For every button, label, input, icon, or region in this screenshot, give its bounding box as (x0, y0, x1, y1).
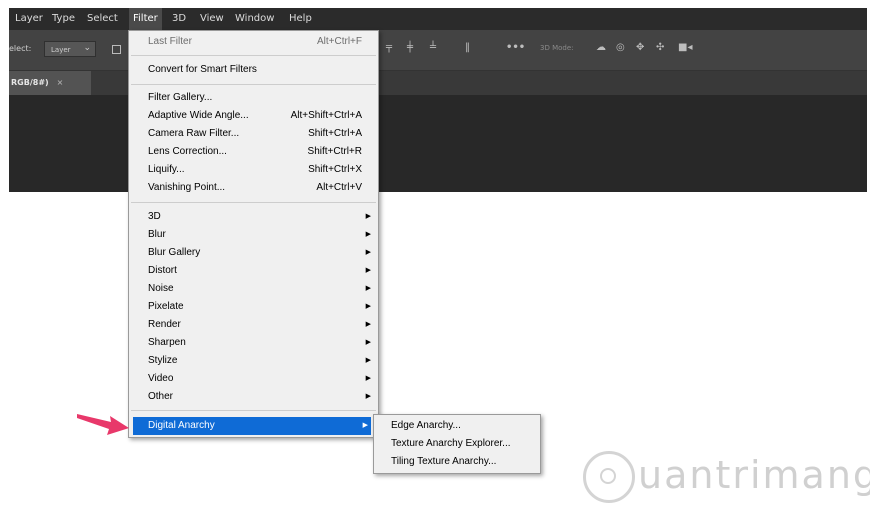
menu-filter[interactable]: Filter (129, 8, 162, 30)
submenu-arrow-icon: ▶ (365, 375, 371, 382)
menu-layer[interactable]: Layer (11, 8, 47, 30)
watermark-logo: uantrimang (583, 447, 870, 507)
submenu-item-tiling-texture-anarchy[interactable]: Tiling Texture Anarchy... (391, 453, 496, 471)
menu-item-label: Lens Correction... (148, 146, 227, 157)
menu-item-label: Last Filter (148, 36, 192, 47)
align-bottom-icon[interactable]: ╧ (430, 42, 436, 53)
orbit-3d-icon[interactable]: ☁ (596, 42, 606, 53)
menu-item-shortcut: Alt+Ctrl+V (316, 182, 362, 193)
menu-select[interactable]: Select (83, 8, 122, 30)
distribute-icon[interactable]: ‖ (465, 42, 470, 53)
menu-item-shortcut: Shift+Ctrl+R (307, 146, 362, 157)
submenu-arrow-icon: ▶ (365, 357, 371, 364)
more-options-icon[interactable]: ••• (506, 42, 525, 53)
menu-item-label: Other (148, 391, 174, 402)
separator (131, 202, 376, 203)
menu-item-label: Render (148, 319, 181, 330)
submenu-arrow-icon: ▶ (365, 321, 371, 328)
menu-item-label: Video (148, 373, 174, 384)
submenu-arrow-icon: ▶ (365, 393, 371, 400)
menu-item-label: 3D (148, 211, 161, 222)
menu-item-label: Blur Gallery (148, 247, 201, 258)
menu-item-shortcut: Alt+Ctrl+F (316, 36, 362, 47)
menu-item-label: Vanishing Point... (148, 182, 226, 193)
close-tab-icon[interactable]: × (57, 78, 64, 87)
slide-3d-icon[interactable]: ✣ (656, 42, 664, 53)
separator (131, 55, 376, 56)
menu-item-label: Digital Anarchy (148, 420, 215, 431)
menu-item-render[interactable]: Render ▶ (129, 316, 378, 334)
menu-item-sharpen[interactable]: Sharpen ▶ (129, 334, 378, 352)
menu-item-label: Distort (148, 265, 177, 276)
menu-item-label: Filter Gallery... (148, 92, 213, 103)
menu-item-label: Convert for Smart Filters (148, 64, 257, 75)
submenu-item-edge-anarchy[interactable]: Edge Anarchy... (391, 417, 461, 435)
align-top-icon[interactable]: ╤ (386, 42, 392, 53)
video-camera-icon[interactable]: ■◂ (678, 42, 692, 53)
menu-item-filter-gallery[interactable]: Filter Gallery... (129, 89, 378, 107)
menu-3d[interactable]: 3D (168, 8, 190, 30)
document-tab-label: RGB/8#) (11, 78, 49, 87)
menu-bar: Layer Type Select Filter 3D View Window … (9, 8, 867, 30)
menu-item-pixelate[interactable]: Pixelate ▶ (129, 298, 378, 316)
submenu-item-texture-anarchy-explorer[interactable]: Texture Anarchy Explorer... (391, 435, 511, 453)
menu-item-label: Adaptive Wide Angle... (148, 110, 249, 121)
menu-item-digital-anarchy[interactable]: Digital Anarchy ▶ (133, 417, 371, 435)
submenu-arrow-icon: ▶ (365, 249, 371, 256)
document-tab[interactable]: RGB/8#) × (9, 71, 91, 95)
menu-item-shortcut: Shift+Ctrl+X (308, 164, 362, 175)
menu-item-label: Pixelate (148, 301, 184, 312)
pointer-arrow-icon (77, 414, 129, 435)
separator (131, 410, 376, 411)
submenu-arrow-icon: ▶ (365, 231, 371, 238)
3d-mode-label: 3D Mode: (540, 44, 574, 52)
select-dropdown[interactable]: Layer (44, 40, 96, 57)
submenu-arrow-icon: ▶ (365, 267, 371, 274)
menu-item-stylize[interactable]: Stylize ▶ (129, 352, 378, 370)
menu-item-convert-smart-filters[interactable]: Convert for Smart Filters (129, 61, 378, 79)
menu-item-other[interactable]: Other ▶ (129, 388, 378, 406)
menu-item-blur-gallery[interactable]: Blur Gallery ▶ (129, 244, 378, 262)
menu-view[interactable]: View (196, 8, 228, 30)
submenu-arrow-icon: ▶ (365, 213, 371, 220)
menu-item-label: Noise (148, 283, 174, 294)
menu-item-label: Stylize (148, 355, 178, 366)
drag-3d-icon[interactable]: ✥ (636, 42, 644, 53)
menu-item-label: Blur (148, 229, 166, 240)
menu-item-lens-correction[interactable]: Lens Correction... Shift+Ctrl+R (129, 143, 378, 161)
menu-item-label: Camera Raw Filter... (148, 128, 240, 139)
menu-item-shortcut: Shift+Ctrl+A (308, 128, 362, 139)
align-middle-icon[interactable]: ╪ (407, 42, 413, 53)
submenu-arrow-icon: ▶ (362, 422, 368, 429)
menu-item-vanishing-point[interactable]: Vanishing Point... Alt+Ctrl+V (129, 179, 378, 197)
digital-anarchy-submenu: Edge Anarchy... Texture Anarchy Explorer… (373, 414, 541, 474)
roll-3d-icon[interactable]: ◎ (616, 42, 625, 53)
submenu-arrow-icon: ▶ (365, 303, 371, 310)
submenu-arrow-icon: ▶ (365, 339, 371, 346)
watermark-q-icon (583, 451, 635, 503)
menu-window[interactable]: Window (231, 8, 278, 30)
menu-item-blur[interactable]: Blur ▶ (129, 226, 378, 244)
menu-item-noise[interactable]: Noise ▶ (129, 280, 378, 298)
menu-item-last-filter: Last Filter Alt+Ctrl+F (129, 33, 378, 51)
separator (131, 84, 376, 85)
menu-help[interactable]: Help (285, 8, 316, 30)
menu-item-liquify[interactable]: Liquify... Shift+Ctrl+X (129, 161, 378, 179)
menu-item-label: Liquify... (148, 164, 185, 175)
menu-item-adaptive-wide-angle[interactable]: Adaptive Wide Angle... Alt+Shift+Ctrl+A (129, 107, 378, 125)
filter-menu: Last Filter Alt+Ctrl+F Convert for Smart… (128, 30, 379, 438)
menu-item-label: Sharpen (148, 337, 186, 348)
menu-item-distort[interactable]: Distort ▶ (129, 262, 378, 280)
menu-item-3d[interactable]: 3D ▶ (129, 208, 378, 226)
submenu-arrow-icon: ▶ (365, 285, 371, 292)
menu-item-video[interactable]: Video ▶ (129, 370, 378, 388)
select-label: elect: (9, 44, 32, 53)
menu-type[interactable]: Type (48, 8, 79, 30)
watermark-text: uantrimang (638, 453, 870, 497)
auto-select-checkbox[interactable] (112, 45, 121, 54)
menu-item-camera-raw-filter[interactable]: Camera Raw Filter... Shift+Ctrl+A (129, 125, 378, 143)
menu-item-shortcut: Alt+Shift+Ctrl+A (290, 110, 362, 121)
